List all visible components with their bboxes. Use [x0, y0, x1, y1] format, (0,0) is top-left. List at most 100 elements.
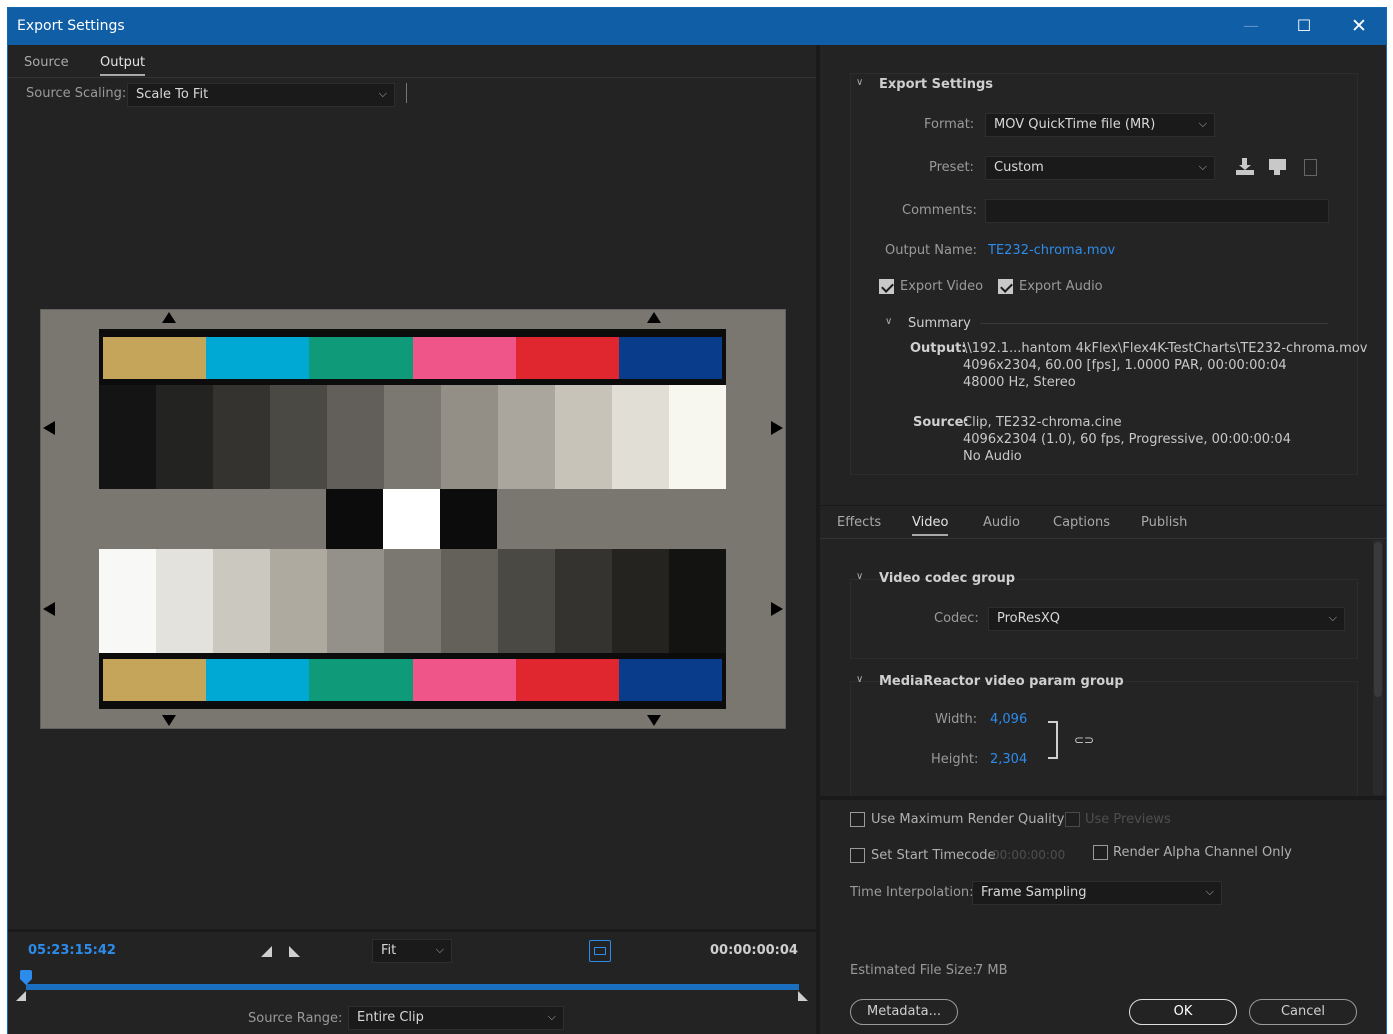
source-scaling-dropdown[interactable]: Scale To Fit ⌵	[127, 83, 395, 107]
color-patch	[309, 659, 413, 701]
marker-right-upper-icon	[771, 421, 783, 435]
tab-captions[interactable]: Captions	[1053, 515, 1110, 530]
tab-effects[interactable]: Effects	[837, 515, 881, 530]
codec-dropdown[interactable]: ProResXQ ⌵	[988, 607, 1345, 631]
tabs-bottom-border	[820, 538, 1386, 539]
current-timecode[interactable]: 05:23:15:42	[28, 943, 116, 958]
render-alpha-only-checkbox[interactable]	[1093, 845, 1108, 860]
chevron-down-icon[interactable]: ∨	[856, 571, 863, 582]
window-title: Export Settings	[17, 18, 125, 34]
color-patch	[206, 659, 310, 701]
summary-output-line-1: \\192.1...hantom 4kFlex\Flex4K-TestChart…	[963, 341, 1368, 356]
summary-output-label: Output:	[910, 341, 967, 356]
ok-button[interactable]: OK	[1129, 999, 1237, 1025]
use-previews-label: Use Previews	[1085, 812, 1171, 827]
gray-patch	[213, 549, 270, 653]
codec-value: ProResXQ	[997, 611, 1060, 626]
max-render-quality-checkbox[interactable]	[850, 812, 865, 827]
contrast-patches	[326, 489, 497, 549]
video-codec-group-title: Video codec group	[879, 571, 1016, 586]
export-audio-label: Export Audio	[1019, 279, 1103, 294]
gray-patch	[498, 549, 555, 653]
color-patch	[206, 337, 310, 379]
gray-patch	[327, 549, 384, 653]
use-previews-checkbox[interactable]	[1065, 812, 1080, 827]
format-value: MOV QuickTime file (MR)	[994, 117, 1156, 132]
mark-out-icon[interactable]	[289, 946, 300, 957]
output-name-label: Output Name:	[885, 243, 978, 258]
chevron-down-icon[interactable]: ∨	[856, 674, 863, 685]
preset-dropdown[interactable]: Custom ⌵	[985, 156, 1215, 180]
preset-label: Preset:	[929, 160, 974, 175]
chevron-down-icon: ⌵	[378, 87, 387, 100]
maximize-icon[interactable]: ☐	[1291, 14, 1317, 38]
settings-panel: ∨ Export Settings Format: MOV QuickTime …	[820, 45, 1386, 1034]
gray-patch	[669, 549, 726, 653]
summary-source-line-2: 4096x2304 (1.0), 60 fps, Progressive, 00…	[963, 432, 1291, 447]
metadata-button[interactable]: Metadata...	[850, 999, 958, 1025]
source-scaling-label: Source Scaling:	[26, 86, 127, 101]
width-value[interactable]: 4,096	[990, 712, 1027, 727]
comments-label: Comments:	[902, 203, 977, 218]
options-separator	[820, 796, 1386, 800]
video-preview	[40, 309, 786, 729]
contrast-patch	[440, 489, 497, 549]
format-label: Format:	[924, 117, 975, 132]
gray-patch	[555, 385, 612, 489]
chevron-down-icon: ⌵	[1205, 885, 1214, 898]
gray-patch	[99, 549, 156, 653]
scrollbar-thumb[interactable]	[1374, 542, 1382, 697]
link-dimensions-icon[interactable]: ⊂⊃	[1074, 733, 1094, 747]
minimize-icon[interactable]: —	[1238, 14, 1264, 38]
chevron-down-icon[interactable]: ∨	[885, 316, 892, 327]
chevron-down-icon: ⌵	[1198, 117, 1207, 130]
playhead-icon[interactable]	[20, 970, 32, 988]
height-value[interactable]: 2,304	[990, 752, 1027, 767]
fit-frame-icon[interactable]	[589, 940, 611, 962]
out-point-handle-icon[interactable]	[798, 991, 808, 1001]
color-patch	[103, 337, 207, 379]
export-video-checkbox[interactable]	[879, 279, 894, 294]
tab-source[interactable]: Source	[24, 55, 69, 70]
import-preset-icon[interactable]	[1268, 157, 1288, 177]
source-range-dropdown[interactable]: Entire Clip ⌵	[348, 1006, 564, 1030]
tabs-top-border	[820, 505, 1386, 506]
comments-input[interactable]	[985, 199, 1329, 223]
gray-patch	[441, 549, 498, 653]
delete-preset-icon[interactable]	[1304, 159, 1317, 176]
save-preset-icon[interactable]	[1235, 157, 1255, 177]
output-name-link[interactable]: TE232-chroma.mov	[988, 243, 1115, 258]
time-interpolation-dropdown[interactable]: Frame Sampling ⌵	[972, 881, 1222, 905]
gray-patch	[270, 549, 327, 653]
tab-video[interactable]: Video	[912, 515, 949, 536]
duration-timecode: 00:00:00:04	[710, 943, 798, 958]
gray-patch	[441, 385, 498, 489]
mark-in-icon[interactable]	[261, 946, 272, 957]
marker-left-upper-icon	[43, 421, 55, 435]
zoom-dropdown[interactable]: Fit ⌵	[372, 939, 452, 963]
timeline-range-bar[interactable]	[26, 984, 799, 990]
marker-right-lower-icon	[771, 602, 783, 616]
tab-publish[interactable]: Publish	[1141, 515, 1187, 530]
chevron-down-icon[interactable]: ∨	[856, 77, 863, 88]
save-preset-tray	[1236, 170, 1254, 175]
marker-bottom-left-icon	[162, 715, 176, 726]
summary-source-label: Source:	[913, 415, 969, 430]
source-scaling-value: Scale To Fit	[136, 87, 209, 102]
tab-audio[interactable]: Audio	[983, 515, 1020, 530]
summary-divider	[980, 323, 1328, 324]
color-patch	[412, 659, 516, 701]
format-dropdown[interactable]: MOV QuickTime file (MR) ⌵	[985, 113, 1215, 137]
gray-patch	[99, 385, 156, 489]
cancel-button[interactable]: Cancel	[1249, 999, 1357, 1025]
contrast-patch	[383, 489, 440, 549]
close-icon[interactable]: ✕	[1346, 14, 1372, 38]
in-point-handle-icon[interactable]	[16, 991, 26, 1001]
set-start-timecode-checkbox[interactable]	[850, 848, 865, 863]
estimated-file-size-label: Estimated File Size:	[850, 963, 977, 978]
color-patch	[515, 337, 619, 379]
start-timecode-value[interactable]: 00:00:00:00	[992, 848, 1065, 862]
tab-output[interactable]: Output	[100, 55, 146, 76]
time-interpolation-value: Frame Sampling	[981, 885, 1087, 900]
export-audio-checkbox[interactable]	[998, 279, 1013, 294]
